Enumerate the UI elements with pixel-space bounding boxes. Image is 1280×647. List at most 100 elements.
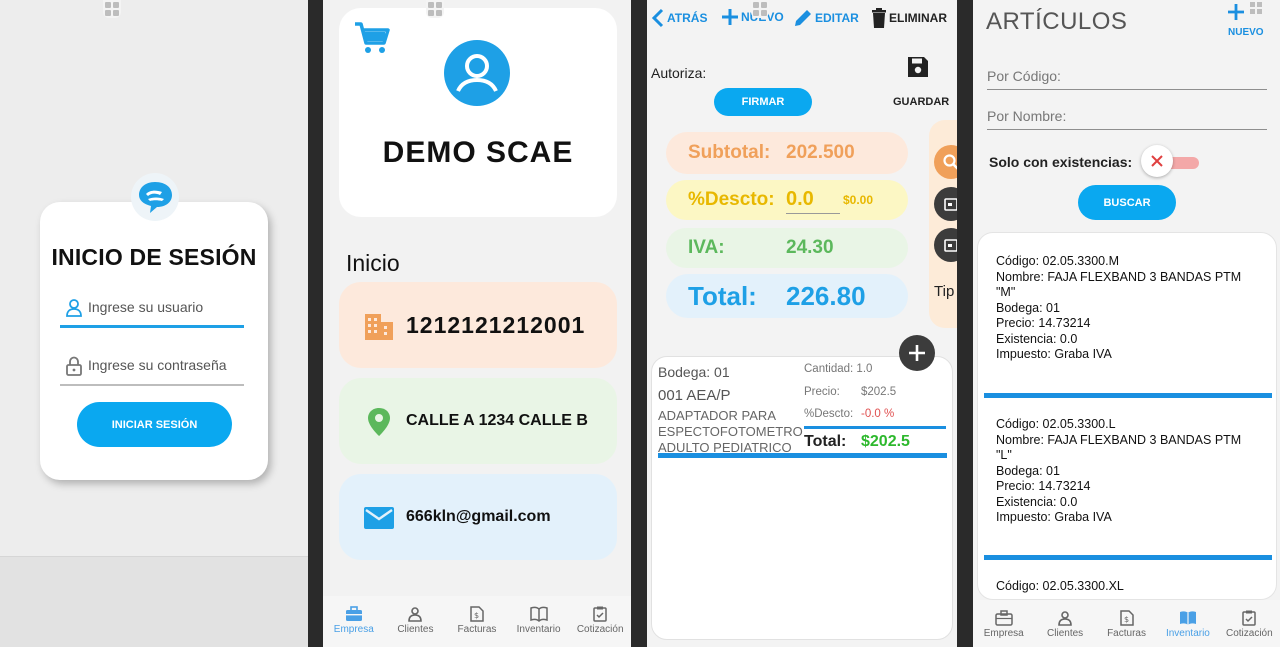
item-precio: Precio: 14.73214 — [996, 316, 1091, 330]
guardar-label[interactable]: GUARDAR — [893, 96, 949, 108]
precio-label: Precio: — [804, 386, 840, 398]
drag-handle-icon[interactable] — [103, 0, 121, 18]
item-description-2: ESPECTOFOTOMETRO — [658, 424, 803, 439]
add-grid-icon — [1228, 2, 1262, 20]
nav-empresa[interactable]: Empresa — [973, 600, 1034, 647]
address-value: CALLE A 1234 CALLE B — [406, 412, 588, 429]
descto-input[interactable]: 0.0 — [786, 188, 840, 214]
search-button[interactable]: BUSCAR — [1078, 185, 1176, 220]
item-separator — [984, 393, 1272, 398]
item-existencia: Existencia: 0.0 — [996, 494, 1078, 509]
descto-label: %Descto: — [688, 189, 775, 210]
lock-icon — [66, 356, 82, 376]
descto-row: %Descto: 0.0 $0.00 — [666, 180, 908, 220]
nav-cotizacion[interactable]: Cotización — [1219, 600, 1280, 647]
nav-facturas[interactable]: $ Facturas — [446, 596, 508, 647]
save-icon[interactable] — [907, 56, 929, 78]
nav-facturas[interactable]: $ Facturas — [1096, 600, 1157, 647]
articulos-screen: ARTÍCULOS NUEVO Por Código: Por Nombre: … — [973, 0, 1280, 647]
empresa-screen: DEMO SCAE Inicio 1212121212001 CALLE A 1… — [323, 0, 631, 647]
item-separator — [984, 555, 1272, 560]
cart-icon[interactable] — [353, 20, 391, 56]
stock-toggle[interactable] — [1141, 145, 1199, 177]
address-card: CALLE A 1234 CALLE B — [339, 378, 617, 464]
delete-label: ELIMINAR — [889, 11, 947, 25]
nav-empresa[interactable]: Empresa — [323, 596, 385, 647]
iva-label: IVA: — [688, 237, 725, 258]
invoice-icon: $ — [1119, 610, 1134, 626]
bottom-navigation: Empresa Clientes $ Facturas Inventario C… — [973, 600, 1280, 647]
item-code: Código: 02.05.3300.M — [996, 254, 1120, 268]
total-value: 226.80 — [786, 280, 866, 311]
item-description-1: ADAPTADOR PARA — [658, 408, 776, 423]
list-item[interactable]: Código: 02.05.3300.M Nombre: FAJA FLEXBA… — [996, 254, 1266, 363]
app-logo — [131, 173, 179, 221]
code-search-input[interactable]: Por Código: — [987, 64, 1267, 90]
nav-label: Inventario — [516, 624, 561, 635]
person-icon — [1058, 611, 1072, 626]
book-icon — [529, 606, 548, 622]
add-line-button[interactable] — [899, 335, 935, 371]
nav-clientes[interactable]: Clientes — [385, 596, 447, 647]
factura-screen: ATRÁS NUEVO EDITAR ELIMINAR Autoriza: FI… — [647, 0, 957, 647]
section-title: Inicio — [346, 250, 400, 276]
login-screen: INICIO DE SESIÓN Ingrese su usuario Ingr… — [0, 0, 308, 647]
book-icon — [1179, 611, 1196, 625]
line-descto-value: -0.0 % — [861, 408, 895, 420]
nav-clientes[interactable]: Clientes — [1034, 600, 1095, 647]
nav-label: Cotización — [1225, 628, 1273, 639]
list-item[interactable]: Código: 02.05.3300.L Nombre: FAJA FLEXBA… — [996, 417, 1266, 526]
nav-label: Facturas — [457, 624, 497, 635]
item-code: 001 AEA/P — [658, 387, 731, 404]
nav-label: Empresa — [333, 624, 374, 635]
item-code: Código: 02.05.3300.L — [996, 417, 1116, 431]
toggle-knob[interactable] — [1141, 145, 1173, 177]
drag-handle-icon[interactable] — [751, 0, 769, 18]
subtotal-value: 202.500 — [786, 142, 855, 163]
edit-label: EDITAR — [815, 11, 859, 25]
location-pin-icon — [368, 408, 390, 436]
nav-inventario[interactable]: Inventario — [508, 596, 570, 647]
nav-label: Clientes — [397, 624, 434, 635]
bodega-text: Bodega: 01 — [658, 364, 730, 380]
login-card: INICIO DE SESIÓN Ingrese su usuario Ingr… — [40, 202, 268, 480]
nav-label: Facturas — [1107, 628, 1146, 639]
briefcase-icon — [994, 610, 1013, 626]
line-divider — [804, 426, 946, 429]
line-items-card: Bodega: 01 001 AEA/P ADAPTADOR PARA ESPE… — [651, 356, 953, 640]
nav-inventario[interactable]: Inventario — [1157, 600, 1218, 647]
invoice-icon: $ — [470, 606, 484, 622]
password-underline — [60, 384, 244, 386]
ruc-card: 1212121212001 — [339, 282, 617, 368]
cantidad-text: Cantidad: 1.0 — [804, 363, 873, 375]
nav-label: Inventario — [1165, 628, 1210, 639]
plus-icon — [909, 345, 925, 361]
nav-cotizacion[interactable]: Cotización — [569, 596, 631, 647]
chevron-left-icon — [651, 8, 664, 28]
name-search-input[interactable]: Por Nombre: — [987, 104, 1267, 130]
firmar-button[interactable]: FIRMAR — [714, 88, 812, 116]
login-button[interactable]: INICIAR SESIÓN — [77, 402, 232, 447]
account-circle-icon[interactable] — [444, 40, 510, 106]
autoriza-label: Autoriza: — [651, 65, 707, 81]
back-button[interactable]: ATRÁS — [651, 8, 707, 28]
pencil-icon — [795, 10, 811, 26]
drag-handle-icon[interactable] — [426, 0, 444, 18]
list-item[interactable]: Código: 02.05.3300.XL — [996, 579, 1266, 595]
articles-list: Código: 02.05.3300.M Nombre: FAJA FLEXBA… — [977, 232, 1277, 600]
delete-button[interactable]: ELIMINAR — [871, 8, 947, 28]
new-article-button[interactable]: NUEVO — [1228, 2, 1264, 38]
close-icon — [1151, 155, 1163, 167]
chat-bubble-logo-icon — [139, 182, 172, 213]
username-field[interactable]: Ingrese su usuario — [60, 288, 244, 328]
item-precio: Precio: 14.73214 — [996, 479, 1091, 493]
line-descto-label: %Descto: — [804, 408, 854, 420]
total-label: Total: — [688, 280, 757, 311]
user-icon — [66, 299, 82, 317]
password-field[interactable]: Ingrese su contraseña — [60, 346, 244, 386]
subtotal-row: Subtotal: 202.500 — [666, 132, 908, 174]
person-icon — [408, 607, 423, 622]
item-name-cont: "L" — [996, 448, 1012, 462]
edit-button[interactable]: EDITAR — [793, 8, 859, 28]
nav-label: Cotización — [576, 624, 624, 635]
